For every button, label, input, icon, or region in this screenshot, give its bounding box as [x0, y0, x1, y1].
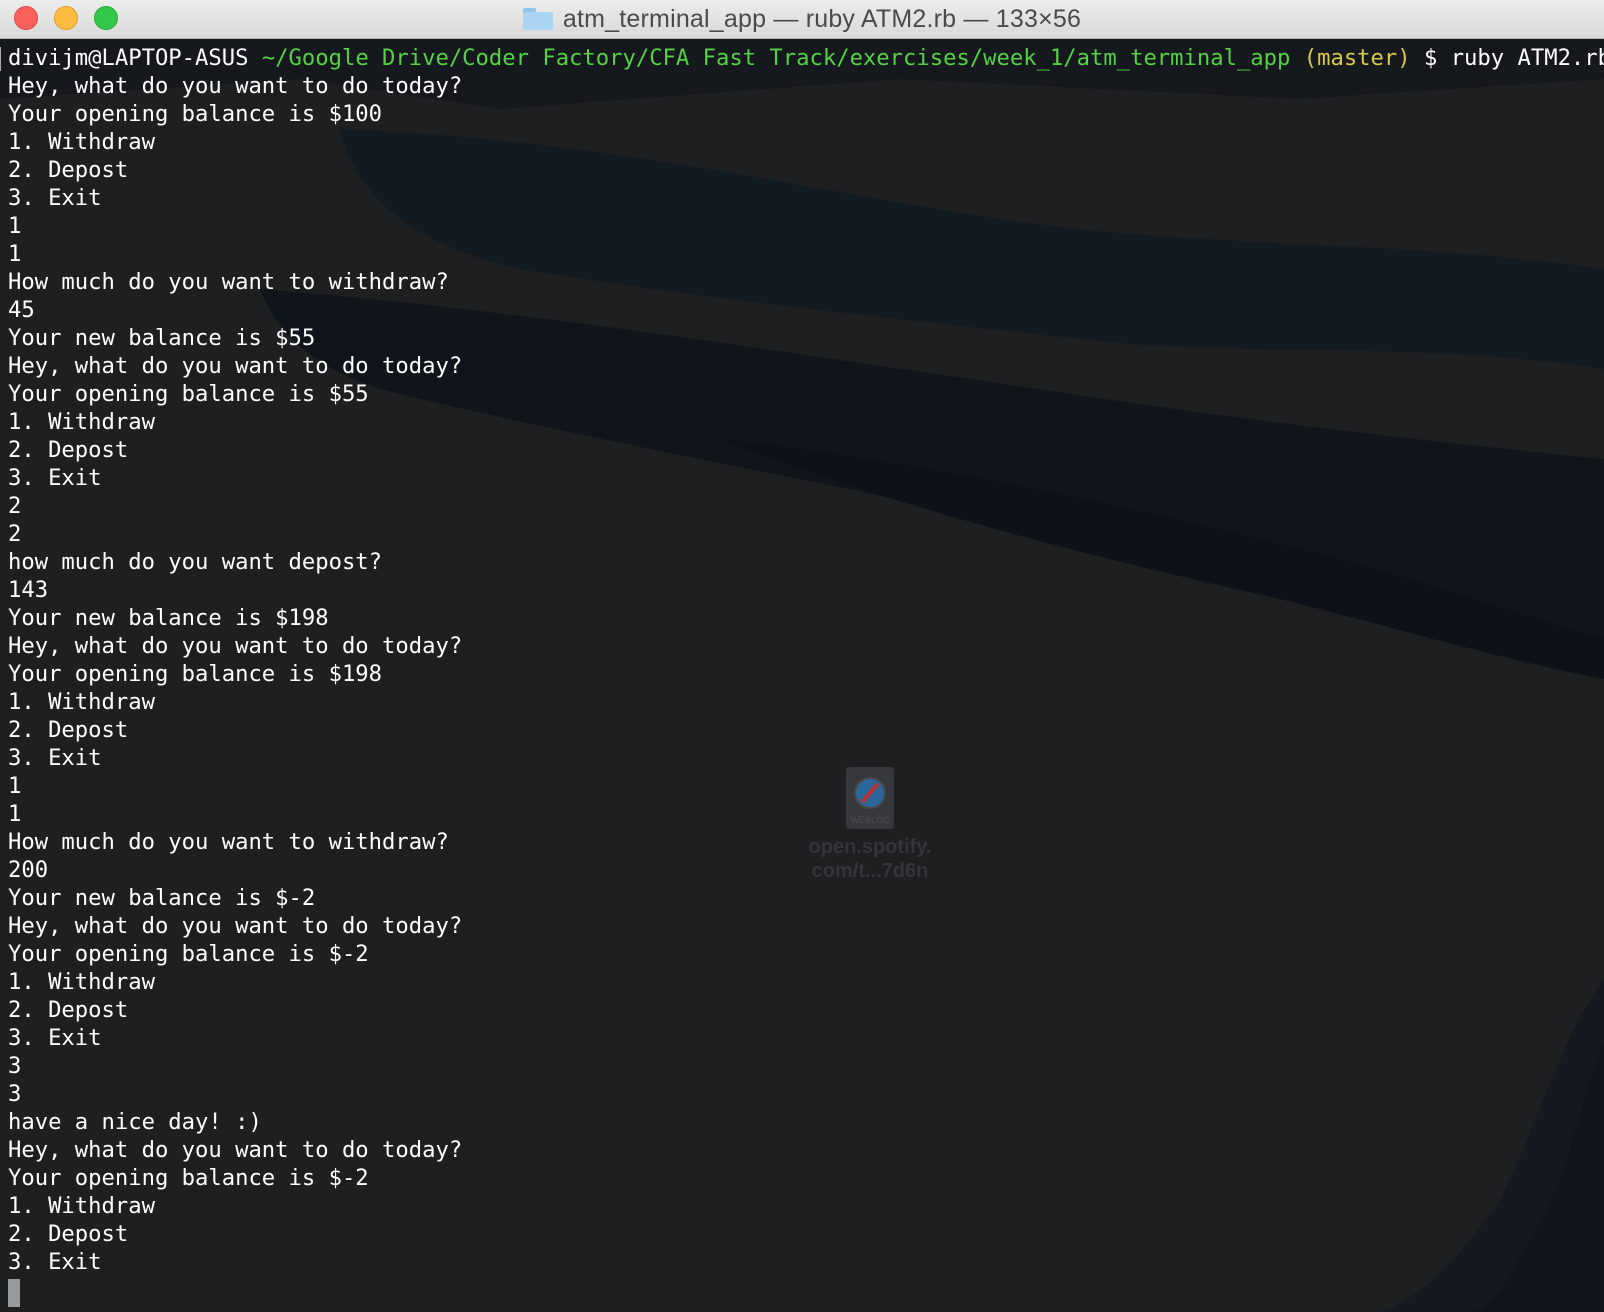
- output-line: Hey, what do you want to do today?: [8, 353, 463, 379]
- output-line: Your opening balance is $198: [8, 661, 383, 687]
- output-line: Hey, what do you want to do today?: [8, 1137, 463, 1163]
- output-line: 143: [8, 577, 49, 603]
- output-line: 1. Withdraw: [8, 969, 155, 995]
- output-line: How much do you want to withdraw?: [8, 269, 449, 295]
- output-line: Your new balance is $55: [8, 325, 316, 351]
- terminal-cursor: [8, 1279, 20, 1307]
- output-line: 3: [8, 1081, 22, 1107]
- output-line: Your opening balance is $-2: [8, 941, 369, 967]
- output-line: how much do you want depost?: [8, 549, 383, 575]
- output-line: 1: [8, 773, 22, 799]
- output-line: 1. Withdraw: [8, 689, 155, 715]
- output-line: 1. Withdraw: [8, 409, 155, 435]
- output-line: 1: [8, 801, 22, 827]
- window-title: atm_terminal_app — ruby ATM2.rb — 133×56: [562, 4, 1082, 33]
- prompt-path: ~/Google Drive/Coder Factory/CFA Fast Tr…: [261, 45, 1291, 71]
- prompt-line: divijm@LAPTOP-ASUS ~/Google Drive/Coder …: [8, 44, 1604, 72]
- output-line: 2. Depost: [8, 1221, 129, 1247]
- output-line: Your opening balance is $-2: [8, 1165, 369, 1191]
- output-line: 3. Exit: [8, 745, 102, 771]
- prompt-user-host: divijm@LAPTOP-ASUS: [8, 45, 249, 71]
- output-line: Hey, what do you want to do today?: [8, 913, 463, 939]
- output-line: 3: [8, 1053, 22, 1079]
- output-line: 1: [8, 241, 22, 267]
- prompt-bracket: [0, 47, 3, 71]
- output-line: Hey, what do you want to do today?: [8, 73, 463, 99]
- terminal-output: divijm@LAPTOP-ASUS ~/Google Drive/Coder …: [8, 44, 1604, 1276]
- output-line: 2: [8, 493, 22, 519]
- output-line: have a nice day! :): [8, 1109, 262, 1135]
- output-line: Your opening balance is $55: [8, 381, 369, 407]
- output-line: 3. Exit: [8, 1025, 102, 1051]
- output-line: Your new balance is $-2: [8, 885, 316, 911]
- output-line: 2. Depost: [8, 997, 129, 1023]
- prompt-command: $ ruby ATM2.rb: [1423, 45, 1604, 71]
- output-line: 45: [8, 297, 35, 323]
- output-line: Hey, what do you want to do today?: [8, 633, 463, 659]
- folder-icon: [522, 8, 553, 30]
- output-line: 1. Withdraw: [8, 1193, 155, 1219]
- output-line: 1. Withdraw: [8, 129, 155, 155]
- output-line: How much do you want to withdraw?: [8, 829, 449, 855]
- output-line: Your opening balance is $100: [8, 101, 383, 127]
- output-line: 3. Exit: [8, 1249, 102, 1275]
- output-line: 3. Exit: [8, 465, 102, 491]
- title-bar: atm_terminal_app — ruby ATM2.rb — 133×56: [0, 0, 1604, 39]
- output-line: 3. Exit: [8, 185, 102, 211]
- output-line: 200: [8, 857, 49, 883]
- terminal-content[interactable]: WEBLOC open.spotify. com/t...7d6n divijm…: [0, 39, 1604, 1312]
- output-line: 2: [8, 521, 22, 547]
- output-line: Your new balance is $198: [8, 605, 329, 631]
- output-line: 1: [8, 213, 22, 239]
- output-line: 2. Depost: [8, 157, 129, 183]
- prompt-branch: (master): [1303, 45, 1411, 71]
- output-line: 2. Depost: [8, 437, 129, 463]
- window-title-area: atm_terminal_app — ruby ATM2.rb — 133×56: [0, 0, 1604, 38]
- output-line: 2. Depost: [8, 717, 129, 743]
